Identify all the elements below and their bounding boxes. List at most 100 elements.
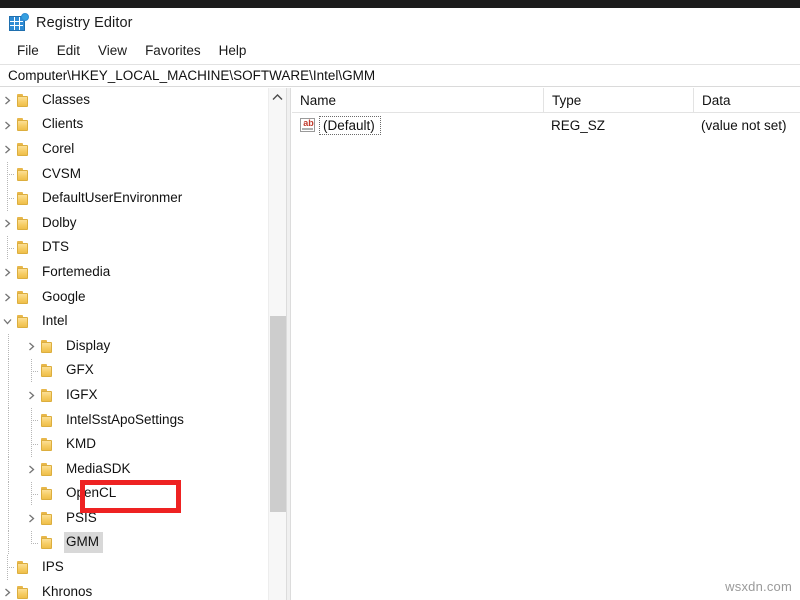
folder-icon — [16, 191, 33, 206]
tree-item-intelsstaposettings[interactable]: IntelSstApoSettings — [0, 407, 268, 433]
folder-icon — [16, 314, 33, 329]
tree-vertical-scrollbar[interactable] — [268, 88, 286, 600]
tree-item-corel[interactable]: Corel — [0, 137, 268, 162]
tree-item-label: Google — [42, 288, 86, 304]
tree-item-gfx[interactable]: GFX — [0, 358, 268, 384]
folder-icon — [16, 142, 33, 157]
tree-item-opencl[interactable]: OpenCL — [0, 481, 268, 507]
tree-item-label: Display — [66, 337, 111, 353]
chevron-right-icon[interactable] — [0, 260, 16, 285]
chevron-right-icon[interactable] — [24, 506, 40, 531]
tree-item-google[interactable]: Google — [0, 285, 268, 310]
folder-icon — [16, 265, 33, 280]
tree-item-classes[interactable]: Classes — [0, 88, 268, 113]
tree-connector — [0, 235, 16, 261]
registry-values-pane: Name Type Data ab (Default) REG_SZ (value n… — [292, 88, 800, 600]
tree-item-display[interactable]: Display — [0, 333, 268, 359]
folder-icon — [16, 560, 33, 575]
tree-item-label: GFX — [66, 362, 94, 378]
gear-icon — [21, 12, 29, 21]
tree-item-label: DTS — [42, 239, 69, 255]
scroll-up-arrow-icon[interactable] — [269, 88, 286, 106]
chevron-right-icon[interactable] — [0, 285, 16, 310]
tree-item-label-bg: KMD — [64, 434, 100, 455]
tree-item-intel[interactable]: Intel — [0, 309, 268, 334]
column-header-type[interactable]: Type — [543, 88, 693, 113]
chevron-right-icon[interactable] — [24, 457, 40, 482]
chevron-right-icon[interactable] — [0, 113, 16, 138]
string-value-icon: ab — [300, 118, 315, 132]
tree-connector — [24, 530, 40, 556]
folder-icon — [40, 486, 57, 501]
tree-item-clients[interactable]: Clients — [0, 113, 268, 138]
value-data-cell: (value not set) — [701, 117, 787, 133]
tree-indent-guide — [0, 333, 24, 359]
scrollbar-thumb[interactable] — [270, 316, 286, 512]
tree-item-label-bg: Dolby — [40, 213, 81, 234]
tree-item-label-bg: Khronos — [40, 582, 96, 600]
registry-tree[interactable]: Classes Clients Corel CVSM DefaultUserEnviro… — [0, 88, 268, 600]
tree-item-label-bg: IntelSstApoSettings — [64, 410, 188, 431]
column-header-name[interactable]: Name — [292, 88, 543, 113]
folder-icon — [16, 93, 33, 108]
value-name-cell[interactable]: ab (Default) — [292, 113, 543, 137]
tree-item-psis[interactable]: PSIS — [0, 506, 268, 531]
tree-connector — [0, 555, 16, 580]
tree-item-label-bg: Clients — [40, 114, 87, 135]
watermark: wsxdn.com — [725, 579, 792, 594]
tree-item-label-bg: GFX — [64, 360, 98, 381]
tree-item-fortemedia[interactable]: Fortemedia — [0, 260, 268, 285]
tree-item-gmm[interactable]: GMM — [0, 530, 268, 556]
folder-icon — [40, 339, 57, 354]
column-header-data[interactable]: Data — [693, 88, 800, 113]
folder-icon — [16, 585, 33, 600]
chevron-right-icon[interactable] — [0, 88, 16, 113]
tree-item-label: PSIS — [66, 509, 97, 525]
address-bar[interactable]: Computer\HKEY_LOCAL_MACHINE\SOFTWARE\Int… — [0, 64, 800, 87]
tree-item-label-bg: IGFX — [64, 385, 102, 406]
tree-item-dts[interactable]: DTS — [0, 235, 268, 261]
menu-item-edit[interactable]: Edit — [48, 41, 89, 60]
tree-indent-guide — [0, 506, 24, 531]
folder-icon — [16, 240, 33, 255]
tree-item-khronos[interactable]: Khronos — [0, 580, 268, 600]
pane-splitter[interactable] — [286, 88, 291, 600]
chevron-down-icon[interactable] — [0, 309, 16, 334]
folder-icon — [40, 363, 57, 378]
chevron-right-icon[interactable] — [0, 580, 16, 600]
tree-connector — [24, 481, 40, 507]
tree-indent-guide — [0, 456, 24, 482]
tree-indent-guide — [0, 530, 24, 556]
menu-item-help[interactable]: Help — [210, 41, 256, 60]
table-row[interactable]: ab (Default) REG_SZ (value not set) — [292, 113, 800, 137]
registry-values-list[interactable]: ab (Default) REG_SZ (value not set) — [292, 113, 800, 137]
tree-item-label-bg: GMM — [64, 532, 103, 554]
menu-item-favorites[interactable]: Favorites — [136, 41, 210, 60]
menu-item-view[interactable]: View — [89, 41, 136, 60]
tree-item-ips[interactable]: IPS — [0, 555, 268, 580]
tree-item-label-bg: Google — [40, 287, 90, 308]
folder-icon — [40, 437, 57, 452]
tree-item-igfx[interactable]: IGFX — [0, 383, 268, 408]
tree-item-label-bg: Intel — [40, 311, 72, 332]
registry-path[interactable]: Computer\HKEY_LOCAL_MACHINE\SOFTWARE\Int… — [0, 68, 375, 83]
tree-item-cvsm[interactable]: CVSM — [0, 161, 268, 187]
tree-item-defaultuserenvironmer[interactable]: DefaultUserEnvironmer — [0, 186, 268, 211]
tree-indent-guide — [0, 358, 24, 384]
tree-item-label-bg: Classes — [40, 90, 94, 111]
chevron-right-icon[interactable] — [24, 383, 40, 408]
tree-item-dolby[interactable]: Dolby — [0, 211, 268, 236]
chevron-right-icon[interactable] — [0, 137, 16, 162]
value-name-focus-rect: (Default) — [319, 115, 381, 135]
tree-item-label-bg: OpenCL — [64, 483, 120, 504]
chevron-right-icon[interactable] — [0, 211, 16, 236]
tree-item-label: Classes — [42, 91, 91, 107]
chevron-right-icon[interactable] — [24, 334, 40, 359]
tree-item-mediasdk[interactable]: MediaSDK — [0, 456, 268, 482]
tree-connector — [24, 407, 40, 433]
tree-item-label-bg: DTS — [40, 237, 73, 258]
menu-item-file[interactable]: File — [8, 41, 48, 60]
folder-icon — [16, 290, 33, 305]
tree-item-label: Khronos — [42, 583, 93, 599]
tree-item-kmd[interactable]: KMD — [0, 432, 268, 457]
